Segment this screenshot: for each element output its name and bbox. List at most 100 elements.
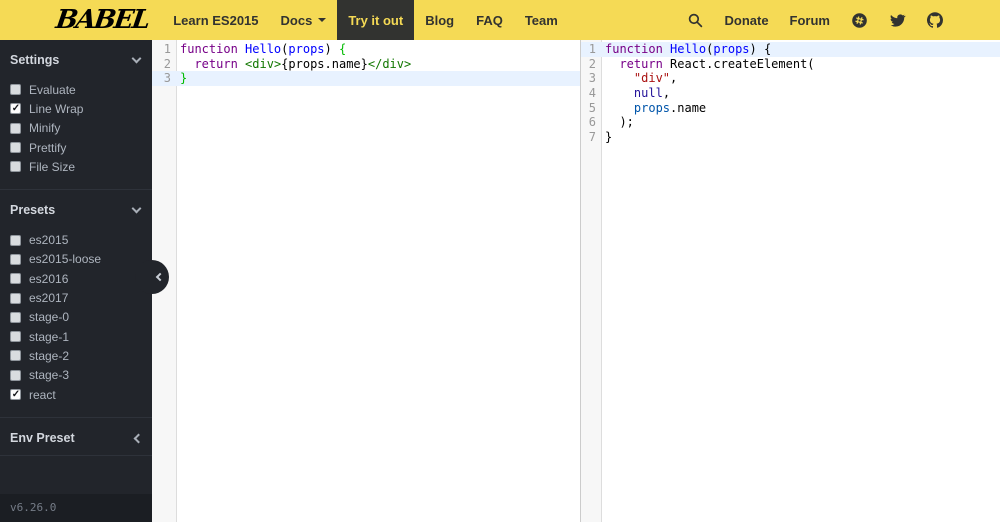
code-token: <div> bbox=[245, 56, 282, 71]
code-line[interactable]: 7} bbox=[581, 130, 1000, 145]
checkbox-unchecked[interactable] bbox=[10, 311, 21, 323]
code-line[interactable]: 1 function Hello(props) { bbox=[581, 42, 1000, 57]
code-token: props bbox=[633, 100, 671, 115]
checkbox-item-es2015-loose[interactable]: es2015-loose bbox=[0, 250, 152, 269]
caret-down-icon bbox=[318, 18, 327, 22]
nav-item-label: Team bbox=[524, 12, 558, 28]
checkbox-unchecked[interactable] bbox=[10, 350, 21, 362]
checkbox-item-es2016[interactable]: es2016 bbox=[0, 269, 152, 288]
checkbox-unchecked[interactable] bbox=[10, 273, 21, 285]
checkbox-label: stage-1 bbox=[29, 329, 70, 344]
nav-item-learn-es2015[interactable]: Learn ES2015 bbox=[162, 0, 269, 40]
checkbox-unchecked[interactable] bbox=[10, 369, 21, 381]
checkbox-item-evaluate[interactable]: Evaluate bbox=[0, 80, 152, 99]
nav-item-docs[interactable]: Docs bbox=[270, 0, 338, 40]
twitter-icon[interactable] bbox=[889, 13, 906, 28]
checkbox-unchecked[interactable] bbox=[10, 234, 21, 246]
checkbox-unchecked[interactable] bbox=[10, 122, 21, 134]
section-header-env-preset[interactable]: Env Preset bbox=[0, 418, 152, 455]
sidebar-section-settings: Settings Evaluate Line Wrap Minify Prettify F… bbox=[0, 40, 152, 191]
code-token: props bbox=[713, 42, 750, 56]
checkbox-item-stage-1[interactable]: stage-1 bbox=[0, 327, 152, 346]
code-token: , bbox=[670, 71, 678, 86]
code-text: function Hello(props) { bbox=[601, 42, 771, 57]
main-area: Settings Evaluate Line Wrap Minify Prettify F… bbox=[0, 40, 1000, 522]
checkbox-unchecked[interactable] bbox=[10, 84, 21, 96]
checkbox-unchecked[interactable] bbox=[10, 142, 21, 154]
version-label: v6.26.0 bbox=[0, 494, 152, 522]
checkbox-unchecked[interactable] bbox=[10, 292, 21, 304]
code-token: function bbox=[180, 42, 238, 56]
navbar: BABEL Learn ES2015 Docs Try it out Blog FAQ T… bbox=[0, 0, 1000, 40]
nav-item-team[interactable]: Team bbox=[514, 0, 569, 40]
nav-right: Donate Forum bbox=[688, 0, 1000, 40]
section-header-settings[interactable]: Settings bbox=[0, 40, 152, 77]
checkbox-checked[interactable] bbox=[10, 389, 21, 401]
input-editor[interactable]: 1 function Hello(props) {2 return <div>{p… bbox=[152, 40, 580, 522]
checkbox-unchecked[interactable] bbox=[10, 253, 21, 265]
checkbox-item-stage-3[interactable]: stage-3 bbox=[0, 366, 152, 385]
code-line[interactable]: 2 return <div>{props.name}</div> bbox=[152, 57, 580, 72]
checkbox-item-react[interactable]: react bbox=[0, 385, 152, 404]
code-token: {props.name} bbox=[281, 56, 368, 71]
checkbox-label: es2016 bbox=[29, 271, 69, 286]
checkbox-item-es2015[interactable]: es2015 bbox=[0, 230, 152, 249]
section-title: Settings bbox=[10, 53, 60, 67]
sidebar: Settings Evaluate Line Wrap Minify Prettify F… bbox=[0, 40, 169, 522]
checkbox-label: es2017 bbox=[29, 291, 69, 306]
code-text: function Hello(props) { bbox=[176, 42, 346, 57]
line-number: 2 bbox=[163, 56, 171, 71]
section-header-presets[interactable]: Presets bbox=[0, 190, 152, 227]
checkbox-item-stage-2[interactable]: stage-2 bbox=[0, 346, 152, 365]
section-title: Env Preset bbox=[10, 431, 75, 446]
code-line[interactable]: 5 props.name bbox=[581, 101, 1000, 116]
checkbox-label: Evaluate bbox=[29, 82, 76, 97]
checkbox-checked[interactable] bbox=[10, 103, 21, 115]
chevron-down-icon bbox=[131, 204, 142, 214]
checkbox-item-prettify[interactable]: Prettify bbox=[0, 138, 152, 157]
donate-link[interactable]: Donate bbox=[724, 13, 768, 28]
line-number: 5 bbox=[588, 100, 596, 115]
nav-item-blog[interactable]: Blog bbox=[414, 0, 465, 40]
sidebar-section-env-preset: Env Preset bbox=[0, 418, 152, 457]
code-line[interactable]: 3} bbox=[152, 71, 580, 87]
checkbox-label: react bbox=[29, 387, 56, 402]
forum-link[interactable]: Forum bbox=[790, 13, 830, 28]
nav-item-faq[interactable]: FAQ bbox=[465, 0, 514, 40]
checkbox-unchecked[interactable] bbox=[10, 331, 21, 343]
code-token: } bbox=[605, 130, 613, 145]
checkbox-unchecked[interactable] bbox=[10, 161, 21, 173]
code-text: return React.createElement( bbox=[601, 56, 815, 72]
code-text: } bbox=[601, 130, 612, 145]
checkbox-item-minify[interactable]: Minify bbox=[0, 119, 152, 138]
code-text: null, bbox=[601, 86, 670, 101]
checkbox-label: stage-2 bbox=[29, 348, 70, 363]
chevron-left-icon bbox=[133, 433, 144, 444]
code-line[interactable]: 1 function Hello(props) { bbox=[152, 42, 580, 57]
line-number: 7 bbox=[588, 130, 596, 145]
nav-item-try-it-out[interactable]: Try it out bbox=[337, 0, 415, 40]
sidebar-collapse-handle[interactable] bbox=[135, 260, 169, 294]
checkbox-item-line-wrap[interactable]: Line Wrap bbox=[0, 99, 152, 118]
code-line[interactable]: 6 ); bbox=[581, 115, 1000, 130]
checkbox-item-stage-0[interactable]: stage-0 bbox=[0, 308, 152, 327]
output-editor[interactable]: 1 function Hello(props) {2 return React.c… bbox=[580, 40, 1000, 522]
checkbox-item-es2017[interactable]: es2017 bbox=[0, 288, 152, 307]
sidebar-section-presets: Presets es2015 es2015-loose es2016 es2017 sta… bbox=[0, 190, 152, 419]
slack-icon[interactable] bbox=[851, 12, 868, 29]
babel-logo[interactable]: BABEL bbox=[53, 0, 151, 40]
line-number: 3 bbox=[163, 71, 171, 86]
search-icon[interactable] bbox=[688, 13, 703, 28]
checkbox-item-file-size[interactable]: File Size bbox=[0, 157, 152, 176]
code-line[interactable]: 4 null, bbox=[581, 86, 1000, 101]
checkbox-label: Line Wrap bbox=[29, 101, 84, 116]
code-line[interactable]: 2 return React.createElement( bbox=[581, 57, 1000, 72]
chevron-down-icon bbox=[131, 53, 142, 64]
code-line[interactable]: 3 "div", bbox=[581, 71, 1000, 86]
code-token: ); bbox=[605, 115, 634, 130]
code-token: React.createElement( bbox=[662, 56, 815, 71]
github-icon[interactable] bbox=[927, 12, 943, 28]
